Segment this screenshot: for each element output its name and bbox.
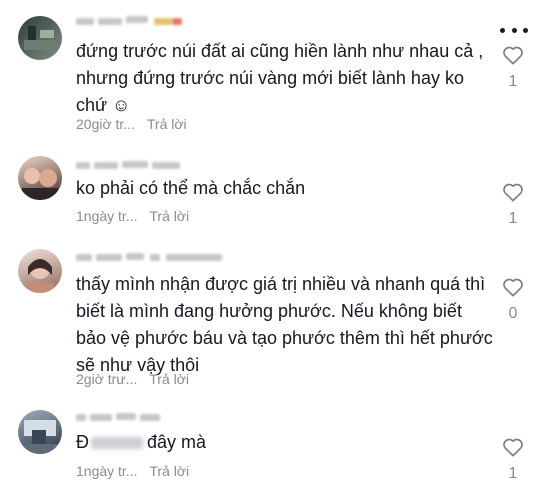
avatar-image-icon [26,259,54,293]
like-button[interactable]: 1 [501,182,525,228]
heart-icon [503,46,523,65]
comment-text: Đđây mà [76,429,496,456]
heart-icon [503,183,523,202]
comment-text: đứng trước núi đất ai cũng hiền lành như… [76,41,484,115]
username-blurred[interactable] [76,14,186,28]
comment-time: 1ngày tr... [76,208,138,224]
comment-meta: 1ngày tr... Trả lời [76,463,189,479]
reply-button[interactable]: Trả lời [149,463,189,479]
like-count: 0 [508,305,518,322]
like-button[interactable]: 1 [501,437,525,483]
username-blurred[interactable] [76,410,166,424]
username-blurred[interactable] [76,158,186,172]
comment-time: 1ngày tr... [76,463,138,479]
avatar-image-icon [24,26,56,50]
comment-text: ko phải có thể mà chắc chắn [76,178,306,198]
more-options-button[interactable] [500,22,528,38]
avatar-image-icon [22,168,58,200]
comment-time: 2giờ trư... [76,371,138,387]
avatar[interactable] [18,249,62,293]
comment-text-prefix: Đ [76,432,89,452]
comment-time: 20giờ tr... [76,116,135,132]
reply-button[interactable]: Trả lời [149,371,189,387]
like-button[interactable]: 1 [501,45,525,91]
heart-icon [503,438,523,457]
reply-button[interactable]: Trả lời [149,208,189,224]
redacted-text [91,437,143,450]
like-button[interactable]: 0 [501,277,525,323]
avatar[interactable] [18,16,62,60]
avatar[interactable] [18,156,62,200]
comment-meta: 1ngày tr... Trả lời [76,208,189,224]
like-count: 1 [508,73,518,90]
reply-button[interactable]: Trả lời [147,116,187,132]
like-count: 1 [508,465,518,482]
comment-meta: 2giờ trư... Trả lời [76,371,189,387]
avatar[interactable] [18,410,62,454]
heart-icon [503,278,523,297]
username-blurred[interactable] [76,250,226,264]
avatar-image-icon [22,420,58,454]
dot-icon [523,27,528,33]
dot-icon [500,27,505,33]
comment-text: thấy mình nhận được giá trị nhiều và nha… [76,274,493,375]
comment-text-suffix: đây mà [147,432,207,452]
dot-icon [511,27,517,33]
like-count: 1 [508,210,518,227]
comment-meta: 20giờ tr... Trả lời [76,116,187,132]
